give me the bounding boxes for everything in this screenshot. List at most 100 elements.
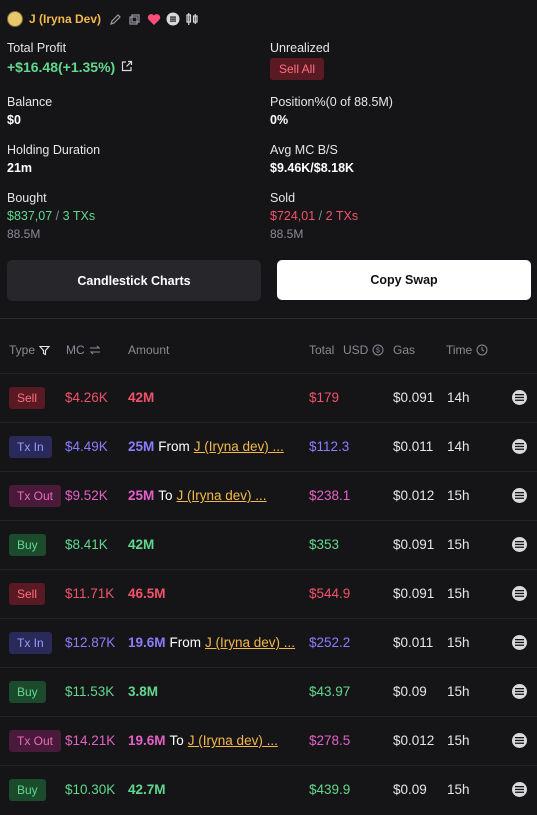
mc-cell: $4.49K bbox=[65, 439, 108, 454]
header-time[interactable]: Time bbox=[446, 343, 488, 357]
avg-mc: Avg MC B/S $9.46K/$8.18K bbox=[270, 143, 354, 175]
position-value: 0% bbox=[270, 113, 289, 127]
bought-label: Bought bbox=[7, 191, 47, 205]
table-row[interactable]: Tx In $12.87K 19.6M From J (Iryna dev) ...… bbox=[0, 618, 537, 668]
type-badge: Tx Out bbox=[9, 485, 62, 507]
row-menu-icon[interactable] bbox=[512, 635, 527, 650]
table-row[interactable]: Buy $10.30K 42.7M $439.9 $0.09 15h bbox=[0, 765, 537, 815]
table-row[interactable]: Buy $11.53K 3.8M $43.97 $0.09 15h bbox=[0, 667, 537, 717]
address-link[interactable]: J (Iryna dev) ... bbox=[177, 488, 267, 503]
row-menu-icon[interactable] bbox=[512, 586, 527, 601]
edit-icon[interactable] bbox=[108, 12, 123, 27]
total-profit-value: +$16.48(+1.35%) bbox=[7, 59, 116, 75]
header-usd[interactable]: USD $ bbox=[343, 343, 384, 357]
direction-label: To bbox=[158, 488, 173, 503]
mc-cell: $11.53K bbox=[65, 684, 115, 699]
time-cell: 15h bbox=[447, 586, 470, 601]
table-row[interactable]: Sell $11.71K 46.5M $544.9 $0.091 15h bbox=[0, 569, 537, 619]
mc-cell: $11.71K bbox=[65, 586, 115, 601]
header-usd-label: USD bbox=[343, 343, 369, 357]
holding-duration: Holding Duration 21m bbox=[7, 143, 100, 175]
table-row[interactable]: Tx Out $9.52K 25M To J (Iryna dev) ... $23… bbox=[0, 471, 537, 521]
header-gas: Gas bbox=[393, 343, 416, 357]
candles-icon[interactable] bbox=[184, 12, 199, 27]
time-cell: 15h bbox=[447, 635, 470, 650]
table-header: Type MC Amount Total USD $ Gas Time bbox=[0, 340, 537, 360]
table-row[interactable]: Tx In $4.49K 25M From J (Iryna dev) ... $1… bbox=[0, 422, 537, 472]
header-type[interactable]: Type bbox=[9, 343, 51, 357]
total-cell: $252.2 bbox=[309, 635, 351, 650]
amount-cell: 42M bbox=[128, 537, 154, 552]
position-label: Position%(0 of 88.5M) bbox=[270, 95, 393, 109]
gas-cell: $0.012 bbox=[393, 733, 435, 748]
gas-cell: $0.091 bbox=[393, 390, 435, 405]
row-menu-icon[interactable] bbox=[512, 733, 527, 748]
header-mc-label: MC bbox=[66, 343, 85, 357]
amount-cell: 46.5M bbox=[128, 586, 166, 601]
bought: Bought $837,07 / 3 TXs 88.5M bbox=[7, 191, 95, 241]
row-menu-icon[interactable] bbox=[512, 488, 527, 503]
header-mc[interactable]: MC bbox=[66, 343, 101, 357]
unrealized: Unrealized Sell All bbox=[270, 41, 330, 80]
gas-cell: $0.012 bbox=[393, 488, 435, 503]
row-menu-icon[interactable] bbox=[512, 537, 527, 552]
amount-value: 3.8M bbox=[128, 684, 159, 699]
sold: Sold $724,01 / 2 TXs 88.5M bbox=[270, 191, 358, 241]
row-menu-icon[interactable] bbox=[512, 782, 527, 797]
header-time-label: Time bbox=[446, 343, 473, 357]
copy-icon[interactable] bbox=[127, 12, 142, 27]
unrealized-label: Unrealized bbox=[270, 41, 330, 55]
amount-cell: 42M bbox=[128, 390, 154, 405]
total-cell: $544.9 bbox=[309, 586, 351, 601]
type-badge: Buy bbox=[9, 534, 46, 556]
type-badge: Tx Out bbox=[9, 730, 62, 752]
avatar bbox=[7, 11, 23, 27]
amount-cell: 3.8M bbox=[128, 684, 158, 699]
mc-cell: $10.30K bbox=[65, 782, 116, 797]
row-menu-icon[interactable] bbox=[512, 439, 527, 454]
amount-value: 25M bbox=[128, 488, 155, 503]
table-row[interactable]: Sell $4.26K 42M $179 $0.091 14h bbox=[0, 373, 537, 423]
copy-swap-button[interactable]: Copy Swap bbox=[277, 260, 531, 300]
total-cell: $112.3 bbox=[309, 439, 350, 454]
holding-value: 21m bbox=[7, 161, 33, 175]
wallet-header: J (Iryna Dev) bbox=[7, 10, 199, 28]
sold-amount: 88.5M bbox=[270, 227, 304, 241]
bought-value: $837,07 bbox=[7, 209, 53, 223]
amount-value: 19.6M bbox=[128, 635, 166, 650]
candlestick-charts-button[interactable]: Candlestick Charts bbox=[7, 260, 261, 301]
amount-value: 42.7M bbox=[128, 782, 166, 797]
total-cell: $439.9 bbox=[309, 782, 351, 797]
mc-cell: $4.26K bbox=[65, 390, 108, 405]
address-link[interactable]: J (Iryna dev) ... bbox=[188, 733, 278, 748]
header-total: Total bbox=[309, 343, 335, 357]
total-cell: $353 bbox=[309, 537, 340, 552]
address-link[interactable]: J (Iryna dev) ... bbox=[205, 635, 295, 650]
total-cell: $238.1 bbox=[309, 488, 351, 503]
usd-toggle-icon: $ bbox=[372, 344, 384, 356]
balance-value: $0 bbox=[7, 113, 21, 127]
address-link[interactable]: J (Iryna dev) ... bbox=[194, 439, 284, 454]
menu-circle-icon[interactable] bbox=[165, 12, 180, 27]
external-link-icon[interactable] bbox=[121, 59, 133, 75]
gas-cell: $0.011 bbox=[393, 439, 434, 454]
total-profit: Total Profit +$16.48(+1.35%) bbox=[7, 41, 133, 75]
gas-cell: $0.09 bbox=[393, 684, 427, 699]
svg-text:$: $ bbox=[376, 348, 380, 355]
total-cell: $278.5 bbox=[309, 733, 351, 748]
heart-icon[interactable] bbox=[146, 12, 161, 27]
table-row[interactable]: Tx Out $14.21K 19.6M To J (Iryna dev) ... … bbox=[0, 716, 537, 766]
row-menu-icon[interactable] bbox=[512, 390, 527, 405]
amount-value: 42M bbox=[128, 537, 155, 552]
table-row[interactable]: Buy $8.41K 42M $353 $0.091 15h bbox=[0, 520, 537, 570]
wallet-name[interactable]: J (Iryna Dev) bbox=[29, 12, 101, 26]
time-cell: 15h bbox=[447, 684, 470, 699]
mc-cell: $9.52K bbox=[65, 488, 108, 503]
row-menu-icon[interactable] bbox=[512, 684, 527, 699]
sold-label: Sold bbox=[270, 191, 296, 205]
filter-icon bbox=[39, 345, 51, 355]
amount-value: 42M bbox=[128, 390, 155, 405]
clock-icon bbox=[476, 344, 488, 356]
sell-all-button[interactable]: Sell All bbox=[270, 58, 325, 80]
amount-value: 25M bbox=[128, 439, 155, 454]
